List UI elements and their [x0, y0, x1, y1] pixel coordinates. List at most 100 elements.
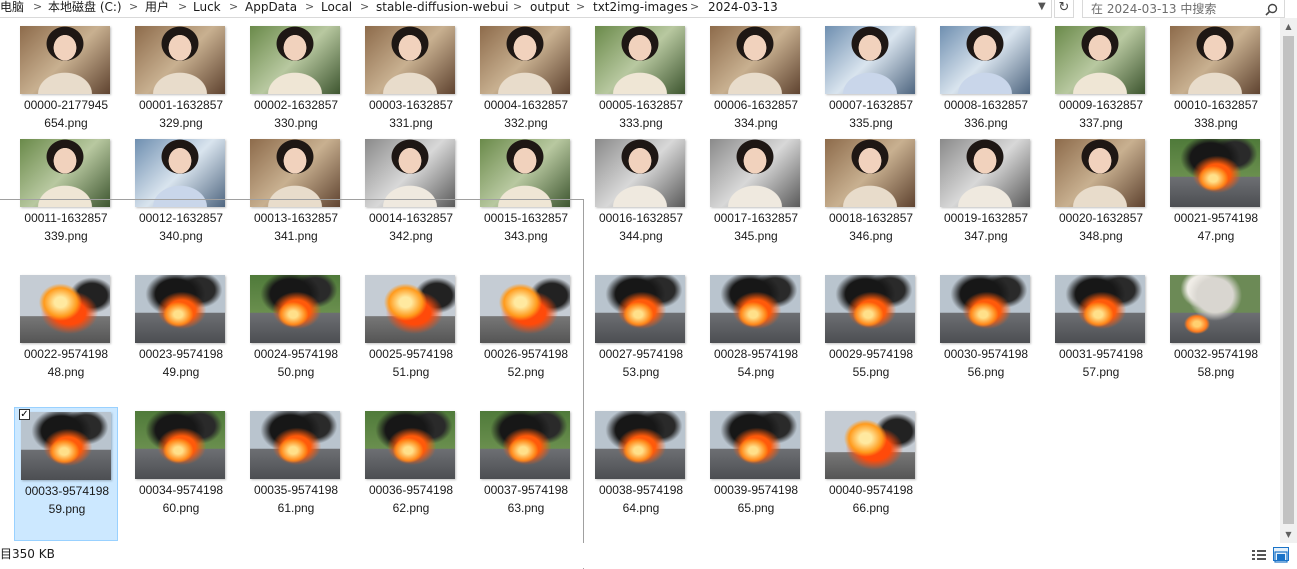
file-name: 00031-9574198 57.png — [1049, 345, 1153, 381]
file-name-line1: 00029-9574198 — [828, 347, 914, 361]
file-name: 00037-9574198 63.png — [474, 481, 578, 517]
file-name: 00012-1632857 340.png — [129, 209, 233, 245]
thumbnail-image — [480, 139, 570, 207]
file-item[interactable]: 00032-9574198 58.png — [1164, 275, 1268, 409]
thumbnail-image — [21, 412, 111, 480]
file-item[interactable]: 00026-9574198 52.png — [474, 275, 578, 409]
file-item[interactable]: 00021-9574198 47.png — [1164, 139, 1268, 273]
file-item[interactable]: 00018-1632857 346.png — [819, 139, 923, 273]
file-name-line1: 00038-9574198 — [598, 483, 684, 497]
file-name-line2: 332.png — [504, 116, 548, 130]
file-name: 00032-9574198 58.png — [1164, 345, 1268, 381]
file-item[interactable]: 00034-9574198 60.png — [129, 411, 233, 545]
file-name: 00017-1632857 345.png — [704, 209, 808, 245]
file-name-line2: 346.png — [849, 229, 893, 243]
file-name: 00034-9574198 60.png — [129, 481, 233, 517]
file-item[interactable]: 00033-9574198 59.png ✓ — [14, 407, 118, 541]
file-item[interactable]: 00039-9574198 65.png — [704, 411, 808, 545]
file-thumbnail — [710, 275, 800, 343]
scroll-down-arrow-icon[interactable]: ▼ — [1280, 526, 1297, 543]
file-thumbnail — [250, 275, 340, 343]
file-item[interactable]: 00013-1632857 341.png — [244, 139, 348, 273]
file-item[interactable]: 00025-9574198 51.png — [359, 275, 463, 409]
file-name: 00040-9574198 66.png — [819, 481, 923, 517]
details-view-button[interactable] — [1251, 547, 1267, 561]
file-item[interactable]: 00027-9574198 53.png — [589, 275, 693, 409]
file-name-line1: 00033-9574198 — [24, 484, 110, 498]
file-thumbnail — [825, 139, 915, 207]
file-item[interactable]: 00037-9574198 63.png — [474, 411, 578, 545]
file-name: 00035-9574198 61.png — [244, 481, 348, 517]
file-item[interactable]: 00020-1632857 348.png — [1049, 139, 1153, 273]
file-item[interactable]: 00031-9574198 57.png — [1049, 275, 1153, 409]
thumbnail-image — [250, 275, 340, 343]
file-item[interactable]: 00024-9574198 50.png — [244, 275, 348, 409]
file-item[interactable]: 00015-1632857 343.png — [474, 139, 578, 273]
file-name-line1: 00009-1632857 — [1058, 98, 1144, 112]
file-thumbnail — [710, 26, 800, 94]
thumbnail-image — [825, 139, 915, 207]
file-thumbnail — [20, 26, 110, 94]
file-thumbnail — [595, 139, 685, 207]
file-item[interactable]: 00028-9574198 54.png — [704, 275, 808, 409]
file-item[interactable]: 00012-1632857 340.png — [129, 139, 233, 273]
file-item[interactable]: 00029-9574198 55.png — [819, 275, 923, 409]
file-item[interactable]: 00019-1632857 347.png — [934, 139, 1038, 273]
thumbnail-image — [1170, 26, 1260, 94]
file-thumbnail — [595, 26, 685, 94]
file-name-line1: 00022-9574198 — [23, 347, 109, 361]
file-name-line2: 57.png — [1082, 365, 1120, 379]
file-item[interactable]: 00035-9574198 61.png — [244, 411, 348, 545]
file-item[interactable]: 00022-9574198 48.png — [14, 275, 118, 409]
large-icons-view-button[interactable] — [1273, 547, 1289, 563]
file-item[interactable]: 00017-1632857 345.png — [704, 139, 808, 273]
file-thumbnail — [20, 139, 110, 207]
file-name: 00000-2177945 654.png — [14, 96, 118, 132]
file-name-line2: 339.png — [44, 229, 88, 243]
file-item[interactable]: 00014-1632857 342.png — [359, 139, 463, 273]
thumbnail-image — [940, 26, 1030, 94]
file-name-line2: 341.png — [274, 229, 318, 243]
file-item[interactable]: 00023-9574198 49.png — [129, 275, 233, 409]
file-item[interactable]: 00038-9574198 64.png — [589, 411, 693, 545]
file-name-line1: 00021-9574198 — [1173, 211, 1259, 225]
file-name: 00001-1632857 329.png — [129, 96, 233, 132]
selection-checkbox[interactable]: ✓ — [19, 409, 30, 420]
file-item[interactable]: 00016-1632857 344.png — [589, 139, 693, 273]
thumbnail-image — [135, 411, 225, 479]
thumbnail-image — [940, 139, 1030, 207]
file-name-line1: 00028-9574198 — [713, 347, 799, 361]
file-thumbnail — [710, 411, 800, 479]
file-name-line2: 51.png — [392, 365, 430, 379]
scrollbar-thumb[interactable] — [1283, 36, 1294, 524]
file-name-line2: 61.png — [277, 501, 315, 515]
file-name: 00029-9574198 55.png — [819, 345, 923, 381]
file-name: 00033-9574198 59.png — [15, 482, 119, 518]
thumbnail-image — [250, 411, 340, 479]
file-name-line2: 64.png — [622, 501, 660, 515]
file-name-line1: 00002-1632857 — [253, 98, 339, 112]
file-item[interactable]: 00040-9574198 66.png — [819, 411, 923, 545]
thumbnail-image — [710, 26, 800, 94]
file-name-line1: 00016-1632857 — [598, 211, 684, 225]
file-name-line2: 348.png — [1079, 229, 1123, 243]
file-name: 00018-1632857 346.png — [819, 209, 923, 245]
file-thumbnail — [250, 411, 340, 479]
file-name-line2: 330.png — [274, 116, 318, 130]
large-icons-view-icon — [1274, 551, 1288, 563]
file-thumbnail — [825, 275, 915, 343]
file-thumbnail — [365, 26, 455, 94]
file-name-line2: 329.png — [159, 116, 203, 130]
thumbnail-image — [480, 275, 570, 343]
vertical-scrollbar[interactable]: ▲ ▼ — [1280, 18, 1297, 543]
file-thumbnail — [480, 411, 570, 479]
file-name-line1: 00012-1632857 — [138, 211, 224, 225]
file-item[interactable]: 00011-1632857 339.png — [14, 139, 118, 273]
file-item[interactable]: 00030-9574198 56.png — [934, 275, 1038, 409]
file-item[interactable]: 00036-9574198 62.png — [359, 411, 463, 545]
file-thumbnail — [940, 139, 1030, 207]
file-name-line2: 334.png — [734, 116, 778, 130]
file-name-line1: 00024-9574198 — [253, 347, 339, 361]
thumbnail-image — [20, 275, 110, 343]
scroll-up-arrow-icon[interactable]: ▲ — [1280, 18, 1297, 35]
